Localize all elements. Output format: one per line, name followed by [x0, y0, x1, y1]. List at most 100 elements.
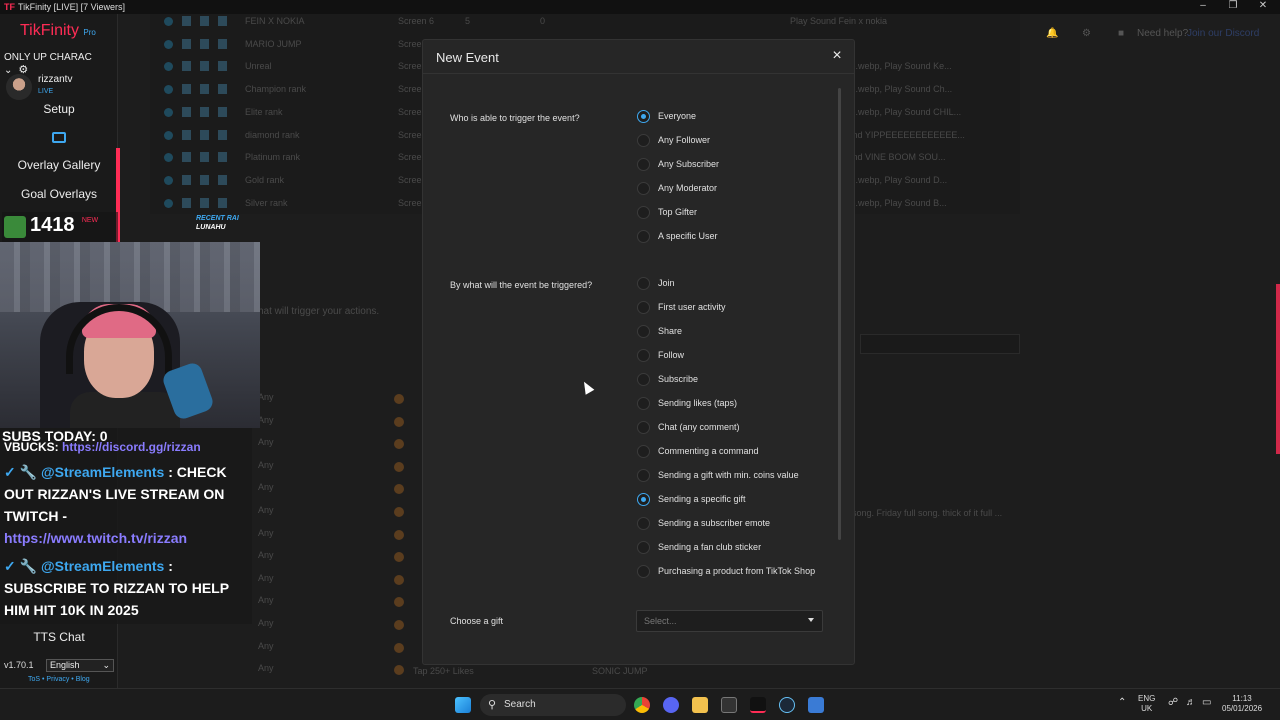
discord-taskbar-icon[interactable] — [663, 697, 679, 713]
avatar — [6, 74, 32, 100]
radio-button[interactable] — [637, 469, 650, 482]
epic-games-icon[interactable] — [721, 697, 737, 713]
who-option[interactable]: Any Moderator — [637, 181, 837, 197]
live-status: LIVE — [38, 88, 54, 95]
chat-line: OUT RIZZAN'S LIVE STREAM ON — [4, 486, 225, 502]
discord-link[interactable]: Join our Discord — [1187, 28, 1259, 39]
need-help-link[interactable]: Need help? — [1137, 28, 1188, 39]
who-option[interactable]: Any Subscriber — [637, 157, 837, 173]
radio-button[interactable] — [637, 421, 650, 434]
windows-start-icon[interactable] — [455, 697, 471, 713]
table-cell: Scree — [398, 61, 422, 72]
notification-icon[interactable]: 🔔 — [1046, 28, 1058, 39]
radio-button[interactable] — [637, 110, 650, 123]
language-select[interactable]: English ⌄ — [46, 659, 114, 672]
what-option[interactable]: Sending a fan club sticker — [637, 540, 837, 556]
volume-icon[interactable]: ♬ — [1186, 698, 1196, 708]
minimize-button[interactable]: – — [1188, 0, 1218, 11]
gift-label: Choose a gift — [450, 616, 504, 626]
radio-button[interactable] — [637, 277, 650, 290]
user-profile[interactable]: rizzantv LIVE — [6, 72, 116, 102]
maximize-button[interactable]: ❐ — [1218, 0, 1248, 11]
language-indicator[interactable]: ENG UK — [1138, 694, 1155, 714]
chat-line: https://www.twitch.tv/rizzan — [4, 530, 188, 546]
what-option-label: Chat (any comment) — [658, 422, 740, 432]
window-close-button[interactable]: ✕ — [1248, 0, 1278, 11]
footer-links[interactable]: ToS • Privacy • Blog — [28, 676, 90, 683]
modal-header: New Event × — [423, 40, 854, 74]
who-option[interactable]: Top Gifter — [637, 205, 837, 221]
radio-button[interactable] — [637, 325, 650, 338]
what-option[interactable]: Sending likes (taps) — [637, 396, 837, 412]
table-cell: 0 — [540, 16, 546, 26]
radio-button[interactable] — [637, 565, 650, 578]
chrome-icon[interactable] — [634, 697, 650, 713]
clock[interactable]: 11:13 05/01/2026 — [1222, 694, 1262, 714]
radio-button[interactable] — [637, 206, 650, 219]
who-option[interactable]: Any Follower — [637, 133, 837, 149]
who-option-label: Any Follower — [658, 135, 711, 145]
what-option[interactable]: Join — [637, 276, 837, 292]
table-cell: Scree — [398, 106, 422, 117]
radio-button[interactable] — [637, 349, 650, 362]
gift-icon — [394, 394, 404, 404]
table-cell: Scree — [398, 84, 422, 95]
what-option[interactable]: Chat (any comment) — [637, 420, 837, 436]
what-option-label: First user activity — [658, 302, 726, 312]
what-option[interactable]: Sending a subscriber emote — [637, 516, 837, 532]
radio-button[interactable] — [637, 182, 650, 195]
version-label: v1.70.1 — [4, 660, 34, 670]
what-option[interactable]: Follow — [637, 348, 837, 364]
radio-button[interactable] — [637, 301, 650, 314]
username: rizzantv — [38, 74, 73, 85]
radio-button[interactable] — [637, 517, 650, 530]
gift-select[interactable]: Select... — [636, 610, 823, 632]
tikfinity-taskbar-icon[interactable] — [750, 697, 766, 713]
sidebar-item-overlay-gallery[interactable]: Overlay Gallery — [0, 158, 118, 172]
table-cell: Scree — [398, 129, 422, 140]
what-option-label: Sending a subscriber emote — [658, 518, 771, 528]
what-option[interactable]: Sending a specific gift — [637, 492, 837, 508]
table-cell: Any — [258, 618, 274, 628]
chat-line: HIM HIT 10K IN 2025 — [4, 602, 139, 618]
what-option[interactable]: Subscribe — [637, 372, 837, 388]
radio-button[interactable] — [637, 134, 650, 147]
radio-button[interactable] — [637, 445, 650, 458]
file-explorer-icon[interactable] — [692, 697, 708, 713]
table-cell: Unreal — [245, 61, 272, 72]
table-cell: 5 — [465, 16, 471, 26]
sidebar-item-goal-overlays[interactable]: Goal Overlays — [0, 187, 118, 201]
who-option[interactable]: Everyone — [637, 109, 837, 125]
what-option[interactable]: Share — [637, 324, 837, 340]
settings-icon[interactable]: ⚙ — [1082, 28, 1091, 39]
wifi-icon[interactable]: ☍ — [1168, 698, 1178, 708]
radio-button[interactable] — [637, 493, 650, 506]
monitor-icon — [52, 132, 66, 143]
taskbar-search[interactable]: ⚲ Search — [480, 694, 626, 716]
table-cell: Scree — [398, 152, 422, 163]
chevron-up-icon[interactable]: ⌃ — [1118, 698, 1126, 708]
radio-button[interactable] — [637, 158, 650, 171]
chat-line: ✓ 🔧 @StreamElements : — [4, 558, 173, 574]
app-icon[interactable] — [808, 697, 824, 713]
battery-icon[interactable]: ▭ — [1202, 698, 1211, 708]
table-cell: Screen 6 — [398, 16, 435, 26]
what-option[interactable]: Purchasing a product from TikTok Shop — [637, 564, 837, 580]
modal-title: New Event — [436, 50, 499, 65]
bg-last-action: SONIC JUMP — [592, 666, 648, 676]
radio-button[interactable] — [637, 373, 650, 386]
what-option[interactable]: First user activity — [637, 300, 837, 316]
radio-button[interactable] — [637, 230, 650, 243]
what-option-label: Purchasing a product from TikTok Shop — [658, 566, 816, 576]
modal-scrollbar[interactable] — [838, 88, 841, 540]
steam-icon[interactable] — [779, 697, 795, 713]
what-option-label: Sending a fan club sticker — [658, 542, 762, 552]
what-option[interactable]: Commenting a command — [637, 444, 837, 460]
who-option[interactable]: A specific User — [637, 229, 837, 245]
what-option[interactable]: Sending a gift with min. coins value — [637, 468, 837, 484]
radio-button[interactable] — [637, 541, 650, 554]
sidebar-item-tts-chat[interactable]: TTS Chat — [0, 630, 118, 644]
radio-button[interactable] — [637, 397, 650, 410]
close-icon[interactable]: × — [827, 46, 847, 66]
sidebar-item-setup[interactable]: Setup — [0, 102, 118, 116]
